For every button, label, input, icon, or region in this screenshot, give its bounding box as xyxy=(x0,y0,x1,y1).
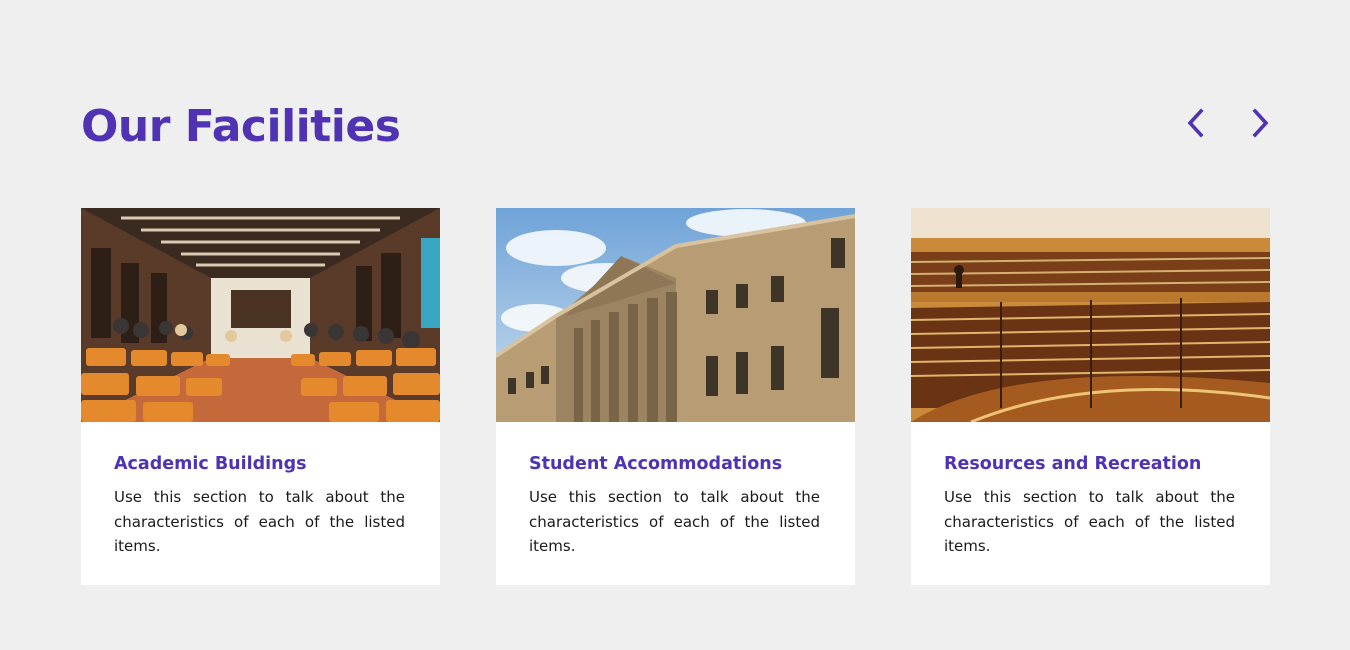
card-title: Student Accommodations xyxy=(529,454,783,474)
facility-card-resources-and-recreation[interactable]: Resources and Recreation Use this sectio… xyxy=(911,208,1270,585)
facility-card-academic-buildings[interactable]: Academic Buildings Use this section to t… xyxy=(81,208,440,585)
historic-building-image xyxy=(496,208,855,422)
facilities-section: Our Facilities Academic Buildings Use th… xyxy=(0,0,1350,650)
card-description: Use this section to talk about the chara… xyxy=(114,488,405,555)
card-description: Use this section to talk about the chara… xyxy=(529,488,820,555)
card-title: Resources and Recreation xyxy=(944,454,1202,474)
facility-card-student-accommodations[interactable]: Student Accommodations Use this section … xyxy=(496,208,855,585)
section-title: Our Facilities xyxy=(81,101,401,152)
chevron-right-icon xyxy=(1252,108,1269,138)
card-title: Academic Buildings xyxy=(114,454,307,474)
library-image xyxy=(911,208,1270,422)
carousel-next-button[interactable] xyxy=(1244,106,1276,140)
lecture-hall-image xyxy=(81,208,440,422)
card-description: Use this section to talk about the chara… xyxy=(944,488,1235,555)
carousel-prev-button[interactable] xyxy=(1180,106,1212,140)
chevron-left-icon xyxy=(1187,108,1204,138)
